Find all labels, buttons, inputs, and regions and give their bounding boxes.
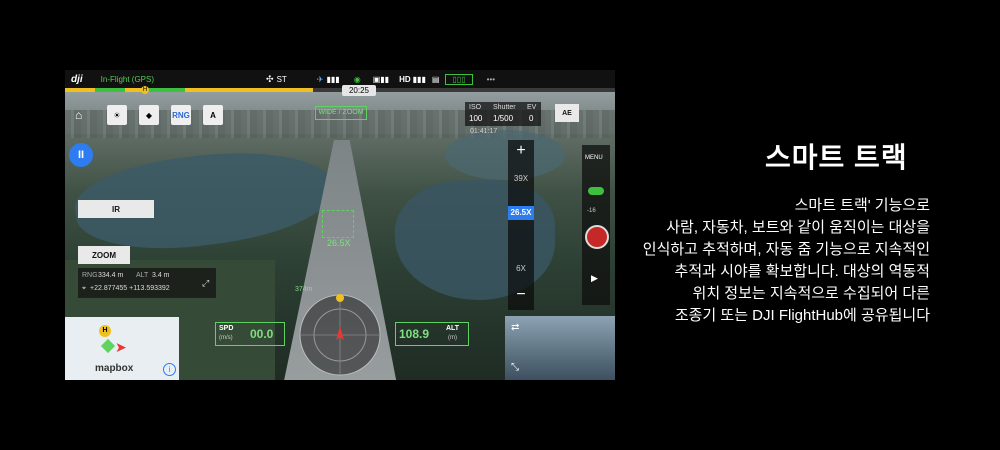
- ir-button[interactable]: IR: [78, 200, 154, 218]
- wide-zoom-toggle[interactable]: WIDE / ZOOM: [315, 106, 367, 120]
- description: 스마트 트랙' 기능으로 사람, 자동차, 보트와 같이 움직이는 대상을 인식…: [530, 195, 930, 327]
- home-point-icon: H: [99, 325, 111, 337]
- battery-level-icon[interactable]: ▤: [432, 75, 440, 84]
- mode-toggle[interactable]: [588, 187, 604, 195]
- spd-unit: (m/s): [219, 335, 233, 341]
- time-chip: 20:25: [342, 85, 376, 96]
- zoom-in-button[interactable]: +: [508, 142, 534, 160]
- description-line: 위치 정보는 지속적으로 수집되어 다른: [692, 285, 930, 302]
- water-area: [445, 130, 565, 180]
- ev-label: EV: [527, 104, 537, 111]
- waypoint-marker-icon: [100, 338, 116, 354]
- sun-icon[interactable]: ☀: [107, 105, 127, 125]
- alt-value: 3.4 m: [152, 272, 170, 279]
- rng-label: RNG: [82, 272, 98, 279]
- iso-label: ISO: [469, 104, 482, 111]
- a-mode-button[interactable]: A: [203, 105, 223, 125]
- hd-signal-icon: ▮▮▮: [412, 74, 426, 84]
- description-line: 인식하고 추적하며, 자동 줌 기능으로 지속적인: [642, 241, 930, 258]
- progress-segment: [95, 88, 125, 92]
- shutter-label: Shutter: [493, 104, 516, 111]
- expand-icon[interactable]: ⤢: [202, 278, 209, 289]
- alt-reading: 108.9: [399, 327, 430, 341]
- pause-icon[interactable]: II: [69, 143, 93, 167]
- camera-settings-panel[interactable]: ISO 100 Shutter 1/500 EV 0: [465, 102, 541, 126]
- speed-display: SPD (m/s) 00.0: [215, 322, 285, 346]
- zoom-button[interactable]: ZOOM: [78, 246, 130, 264]
- zoom-level-high: 39X: [513, 174, 529, 183]
- target-zoom-label: 26.5X: [327, 238, 351, 248]
- top-status-bar: dji In-Flight (GPS) ✣ ST ✈ ▮▮▮ ◉ ▣▮▮ HD …: [65, 70, 615, 88]
- iso-value: 100: [469, 114, 483, 123]
- shutter-value: 1/500: [493, 114, 514, 123]
- compass-icon[interactable]: [297, 292, 383, 378]
- home-icon[interactable]: ⌂: [75, 108, 82, 122]
- mapbox-logo: mapbox: [95, 363, 134, 374]
- rng-button[interactable]: RNG: [171, 105, 191, 125]
- rc-signal-icon[interactable]: ◉: [354, 75, 361, 84]
- flight-status[interactable]: In-Flight (GPS): [101, 75, 154, 84]
- collapse-icon[interactable]: ⤡: [511, 362, 519, 373]
- spd-label: SPD: [219, 325, 234, 332]
- gps-signal-icon: ▮▮▮: [326, 74, 340, 84]
- info-icon[interactable]: i: [163, 363, 176, 376]
- battery-bars-icon: ▯▯▯: [445, 73, 473, 85]
- target-info-panel: RNG 334.4 m ALT 3.4 m ⌖ +22.877455 +113.…: [78, 268, 216, 298]
- progress-segment: [145, 88, 185, 92]
- pin-icon: ⌖: [82, 285, 86, 292]
- drone-icon: ✣: [266, 73, 274, 84]
- description-line: 조종기 또는 DJI FlightHub에 공유됩니다: [674, 307, 930, 324]
- alt-telemetry-label: ALT: [446, 325, 460, 332]
- record-time: 01:41:17: [470, 128, 498, 135]
- coords-value: +22.877455 +113.593392: [90, 285, 170, 292]
- more-menu-icon[interactable]: •••: [487, 75, 495, 84]
- ev-value: 0: [529, 114, 534, 123]
- alt-unit: (m): [448, 335, 457, 341]
- swap-icon[interactable]: ⇄: [511, 322, 519, 333]
- satellite-icon[interactable]: ✈: [317, 75, 324, 84]
- mini-map[interactable]: H ➤ mapbox i: [65, 317, 179, 380]
- description-line: 스마트 트랙' 기능으로: [794, 197, 930, 214]
- menu-button[interactable]: MENU: [585, 155, 603, 161]
- alt-label: ALT: [136, 272, 149, 279]
- aircraft-icon: ➤: [115, 339, 127, 355]
- rng-value: 334.4 m: [98, 272, 124, 279]
- signal-label-hd: HD: [399, 74, 411, 84]
- altitude-display: 108.9 ALT (m): [395, 322, 469, 346]
- ae-lock-button[interactable]: AE: [555, 104, 579, 122]
- page-title: 스마트 트랙: [765, 142, 908, 173]
- description-line: 추적과 시야를 확보합니다. 대상의 역동적: [674, 263, 930, 280]
- description-line: 사람, 자동차, 보트와 같이 움직이는 대상을: [666, 219, 930, 236]
- tracking-target-box[interactable]: [322, 210, 354, 238]
- battery-icon[interactable]: ▣▮▮: [373, 75, 389, 84]
- dji-logo: dji: [71, 73, 83, 85]
- waypoint-icon[interactable]: ◆: [139, 105, 159, 125]
- signal-label-st: ST: [276, 74, 287, 84]
- spd-value: 00.0: [250, 327, 274, 341]
- home-marker-icon: H: [141, 86, 149, 94]
